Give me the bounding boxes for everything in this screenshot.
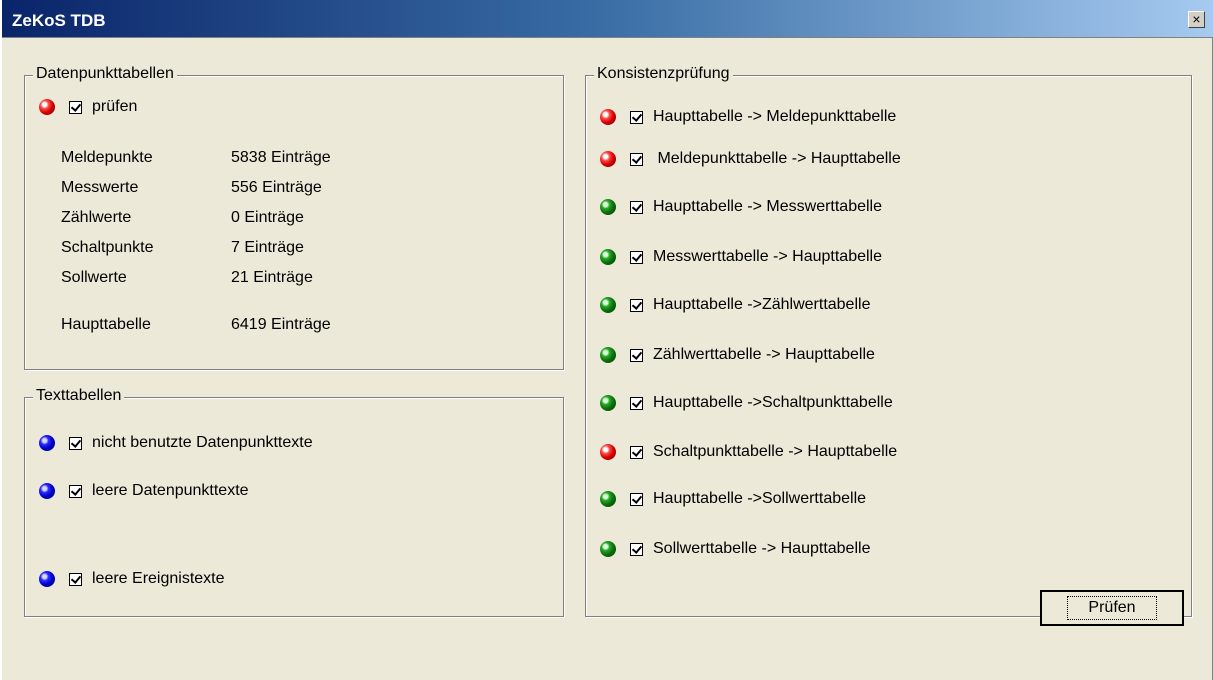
item-label[interactable]: Schaltpunkttabelle -> Haupttabelle [653,443,897,461]
stat-label: Haupttabelle [61,316,151,333]
konsistenz-item: Haupttabelle ->Sollwerttabelle [600,490,866,508]
status-led-icon [600,297,616,313]
konsistenzpruefung-group: Konsistenzprüfung Haupttabelle -> Meldep… [585,65,1192,617]
item-checkbox[interactable] [69,484,82,498]
status-led-icon [39,435,55,451]
item-checkbox[interactable] [630,298,643,312]
item-label[interactable]: Zählwerttabelle -> Haupttabelle [653,346,875,364]
stat-label: Zählwerte [61,209,132,226]
datenpunkttabellen-legend: Datenpunkttabellen [33,65,177,83]
item-checkbox[interactable] [630,200,643,214]
status-led-icon [600,444,616,460]
status-led-icon [600,491,616,507]
pruefen-label[interactable]: prüfen [92,98,137,116]
item-checkbox[interactable] [630,250,643,264]
status-led-icon [600,151,616,167]
status-led-icon [600,249,616,265]
datenpunkt-check-row: prüfen [39,98,137,116]
konsistenz-item: Meldepunkttabelle -> Haupttabelle [600,150,901,168]
close-icon: × [1192,11,1201,27]
status-led-icon [600,109,616,125]
item-checkbox[interactable] [630,348,643,362]
texttabellen-group: Texttabellen nicht benutzte Datenpunktte… [24,387,564,617]
item-checkbox[interactable] [630,445,643,459]
stat-value: 5838 Einträge [231,149,331,166]
title-bar[interactable]: ZeKoS TDB × [2,0,1213,38]
item-checkbox[interactable] [630,542,643,556]
stat-label: Meldepunkte [61,149,153,166]
konsistenz-item: Haupttabelle ->Schaltpunkttabelle [600,394,893,412]
item-label[interactable]: Meldepunkttabelle -> Haupttabelle [653,150,900,168]
status-led-icon [39,483,55,499]
item-checkbox[interactable] [69,436,82,450]
item-label[interactable]: Haupttabelle ->Zählwerttabelle [653,296,870,314]
item-checkbox[interactable] [630,492,643,506]
item-checkbox[interactable] [630,152,643,166]
stat-label: Messwerte [61,179,139,196]
item-label[interactable]: Haupttabelle -> Messwerttabelle [653,198,882,216]
konsistenz-item: Messwerttabelle -> Haupttabelle [600,248,882,266]
pruefen-button-label: Prüfen [1067,596,1157,620]
item-label[interactable]: leere Datenpunkttexte [92,482,249,500]
status-led-icon [600,541,616,557]
konsistenz-item: Haupttabelle ->Zählwerttabelle [600,296,870,314]
konsistenz-item: Sollwerttabelle -> Haupttabelle [600,540,870,558]
status-led-icon [600,347,616,363]
item-checkbox[interactable] [69,572,82,586]
status-led-icon [39,99,55,115]
pruefen-checkbox[interactable] [69,100,82,114]
item-label[interactable]: Messwerttabelle -> Haupttabelle [653,248,882,266]
stat-value: 0 Einträge [231,209,304,226]
konsistenz-item: Haupttabelle -> Messwerttabelle [600,198,882,216]
stat-value: 21 Einträge [231,269,313,286]
datenpunkttabellen-group: Datenpunkttabellen prüfen Meldepunkte 58… [24,65,564,370]
stat-label: Schaltpunkte [61,239,154,256]
item-label[interactable]: Sollwerttabelle -> Haupttabelle [653,540,870,558]
konsistenz-item: Haupttabelle -> Meldepunkttabelle [600,108,896,126]
item-checkbox[interactable] [630,110,643,124]
texttabellen-legend: Texttabellen [33,387,125,405]
item-label[interactable]: leere Ereignistexte [92,570,225,588]
close-button[interactable]: × [1188,11,1205,28]
konsistenzpruefung-legend: Konsistenzprüfung [594,65,733,83]
item-label[interactable]: Haupttabelle ->Sollwerttabelle [653,490,866,508]
text-item: leere Ereignistexte [39,570,225,588]
stat-value: 7 Einträge [231,239,304,256]
item-label[interactable]: nicht benutzte Datenpunkttexte [92,434,313,452]
text-item: leere Datenpunkttexte [39,482,249,500]
pruefen-button[interactable]: Prüfen [1040,590,1184,626]
text-item: nicht benutzte Datenpunkttexte [39,434,313,452]
item-label[interactable]: Haupttabelle -> Meldepunkttabelle [653,108,896,126]
stat-label: Sollwerte [61,269,127,286]
stat-value: 556 Einträge [231,179,322,196]
item-checkbox[interactable] [630,396,643,410]
status-led-icon [600,395,616,411]
main-window: ZeKoS TDB × Datenpunkttabellen prüfen Me… [0,0,1213,680]
item-label[interactable]: Haupttabelle ->Schaltpunkttabelle [653,394,893,412]
window-title: ZeKoS TDB [12,11,106,30]
konsistenz-item: Zählwerttabelle -> Haupttabelle [600,346,875,364]
status-led-icon [600,199,616,215]
konsistenz-item: Schaltpunkttabelle -> Haupttabelle [600,443,897,461]
status-led-icon [39,571,55,587]
stat-value: 6419 Einträge [231,316,331,333]
